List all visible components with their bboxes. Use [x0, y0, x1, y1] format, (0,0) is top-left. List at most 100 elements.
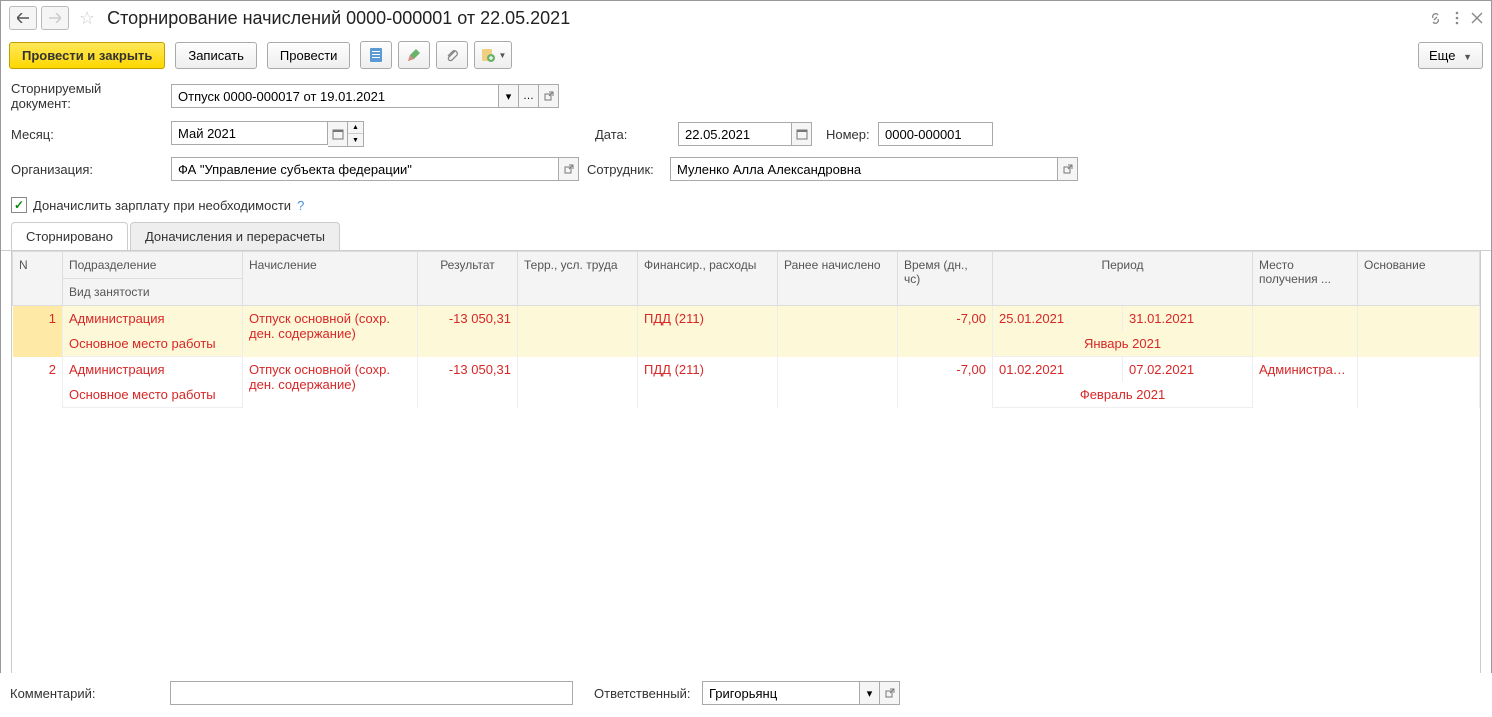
cell-terr: [518, 357, 638, 408]
cell-prev: [778, 357, 898, 408]
close-icon[interactable]: [1471, 12, 1483, 24]
cell-terr: [518, 306, 638, 357]
cell-basis: [1358, 357, 1480, 408]
cell-finance: ПДД (211): [638, 306, 778, 357]
table-row[interactable]: 1 Администрация Отпуск основной (сохр. д…: [13, 306, 1480, 332]
number-label: Номер:: [820, 127, 870, 142]
cell-time: -7,00: [898, 357, 993, 408]
month-label: Месяц:: [11, 127, 163, 142]
cell-prev: [778, 306, 898, 357]
cell-employment: Основное место работы: [63, 331, 243, 357]
responsible-open-button[interactable]: [880, 681, 900, 705]
calendar-icon: [332, 128, 344, 140]
storn-doc-input[interactable]: [171, 84, 499, 108]
org-open-button[interactable]: [559, 157, 579, 181]
cell-period-from: 01.02.2021: [993, 357, 1123, 383]
link-icon[interactable]: [1428, 11, 1443, 26]
responsible-dropdown-button[interactable]: ▾: [860, 681, 880, 705]
additional-button[interactable]: ▼: [474, 41, 512, 69]
th-place[interactable]: Место получения ...: [1253, 252, 1358, 306]
kebab-menu-icon[interactable]: [1455, 11, 1459, 25]
cell-n: 2: [13, 357, 63, 408]
th-accrual[interactable]: Начисление: [243, 252, 418, 306]
cell-basis: [1358, 306, 1480, 357]
th-result[interactable]: Результат: [418, 252, 518, 306]
month-calendar-button[interactable]: [328, 121, 348, 147]
write-button[interactable]: Записать: [175, 42, 257, 69]
more-button[interactable]: Еще ▼: [1418, 42, 1483, 69]
table-row[interactable]: 2 Администрация Отпуск основной (сохр. д…: [13, 357, 1480, 383]
cell-place: [1253, 306, 1358, 357]
date-label: Дата:: [595, 127, 670, 142]
month-up-button[interactable]: ▲: [348, 122, 363, 134]
employee-open-button[interactable]: [1058, 157, 1078, 181]
th-employment[interactable]: Вид занятости: [63, 279, 243, 306]
date-input[interactable]: [678, 122, 792, 146]
tab-recalc[interactable]: Доначисления и перерасчеты: [130, 222, 340, 251]
recalc-checkbox[interactable]: ✓: [11, 197, 27, 213]
employee-label: Сотрудник:: [587, 162, 662, 177]
th-time[interactable]: Время (дн., чс): [898, 252, 993, 306]
number-input[interactable]: [878, 122, 993, 146]
post-button[interactable]: Провести: [267, 42, 351, 69]
cell-place: Администра…: [1253, 357, 1358, 408]
window-title: Сторнирование начислений 0000-000001 от …: [105, 8, 1424, 29]
calendar-icon: [796, 128, 808, 140]
cell-employment: Основное место работы: [63, 382, 243, 408]
th-terr[interactable]: Терр., усл. труда: [518, 252, 638, 306]
open-icon: [1063, 164, 1073, 174]
recalc-checkbox-label: Доначислить зарплату при необходимости: [33, 198, 291, 213]
register-entries-button[interactable]: [360, 41, 392, 69]
month-input[interactable]: [171, 121, 328, 145]
comment-input[interactable]: [170, 681, 573, 705]
cell-accrual: Отпуск основной (сохр. ден. содержание): [243, 306, 418, 357]
cell-period-to: 07.02.2021: [1123, 357, 1253, 383]
storn-doc-select-button[interactable]: …: [519, 84, 539, 108]
comment-label: Комментарий:: [10, 686, 162, 701]
cell-period-month: Февраль 2021: [993, 382, 1253, 408]
th-basis[interactable]: Основание: [1358, 252, 1480, 306]
tab-content: N Подразделение Начисление Результат Тер…: [11, 250, 1481, 682]
th-prev[interactable]: Ранее начислено: [778, 252, 898, 306]
open-icon: [885, 688, 895, 698]
month-down-button[interactable]: ▼: [348, 134, 363, 146]
date-calendar-button[interactable]: [792, 122, 812, 146]
open-icon: [544, 91, 554, 101]
org-label: Организация:: [11, 162, 163, 177]
nav-back-button[interactable]: [9, 6, 37, 30]
cell-accrual: Отпуск основной (сохр. ден. содержание): [243, 357, 418, 408]
tab-storno[interactable]: Сторнировано: [11, 222, 128, 251]
arrow-right-icon: [49, 13, 61, 23]
cell-dept: Администрация: [63, 357, 243, 383]
th-n[interactable]: N: [13, 252, 63, 306]
employee-input[interactable]: [670, 157, 1058, 181]
th-finance[interactable]: Финансир., расходы: [638, 252, 778, 306]
document-plus-icon: [480, 47, 496, 63]
form-area: Сторнируемый документ: ▾ … Месяц: ▲ ▼ Да…: [1, 75, 1491, 197]
storn-doc-dropdown-button[interactable]: ▾: [499, 84, 519, 108]
org-input[interactable]: [171, 157, 559, 181]
cell-result: -13 050,31: [418, 306, 518, 357]
cell-period-to: 31.01.2021: [1123, 306, 1253, 332]
storn-doc-open-button[interactable]: [539, 84, 559, 108]
nav-forward-button[interactable]: [41, 6, 69, 30]
toolbar-icon-group: ▼: [360, 41, 512, 69]
help-icon[interactable]: ?: [297, 198, 304, 213]
attachment-button[interactable]: [436, 41, 468, 69]
cell-dept: Администрация: [63, 306, 243, 332]
cell-finance: ПДД (211): [638, 357, 778, 408]
toolbar: Провести и закрыть Записать Провести ▼ Е…: [1, 35, 1491, 75]
document-lines-icon: [368, 47, 384, 63]
post-and-close-button[interactable]: Провести и закрыть: [9, 42, 165, 69]
th-period[interactable]: Период: [993, 252, 1253, 306]
storn-doc-label: Сторнируемый документ:: [11, 81, 163, 111]
th-dept[interactable]: Подразделение: [63, 252, 243, 279]
responsible-input[interactable]: [702, 681, 860, 705]
edit-button[interactable]: [398, 41, 430, 69]
favorite-star-icon[interactable]: ☆: [79, 8, 95, 29]
paperclip-icon: [444, 47, 460, 63]
responsible-label: Ответственный:: [594, 686, 694, 701]
cell-period-month: Январь 2021: [993, 331, 1253, 357]
more-button-label: Еще: [1429, 48, 1455, 63]
tabs: Сторнировано Доначисления и перерасчеты: [1, 221, 1491, 251]
